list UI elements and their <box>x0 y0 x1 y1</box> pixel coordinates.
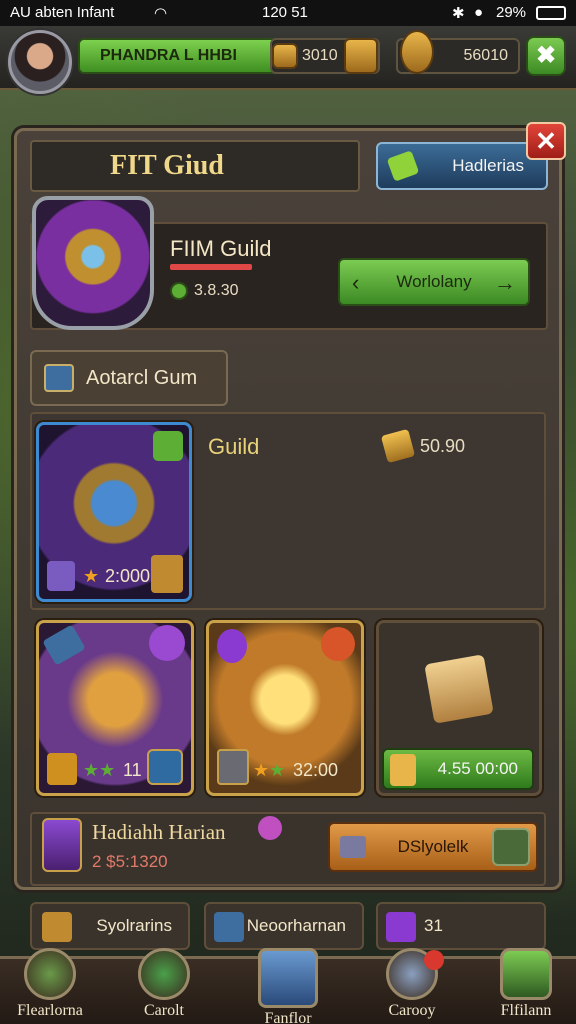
ribbon-tab-3-label: 31 <box>424 916 443 935</box>
guild-label: Guild <box>208 434 260 459</box>
player-name-bar[interactable]: PHANDRA L HHBI <box>78 38 278 74</box>
star-gem-icon <box>149 625 185 661</box>
gold-amount: 50.90 <box>420 436 466 456</box>
guild-value-icon <box>170 282 188 300</box>
rune-icon <box>151 555 183 593</box>
buy-price-button[interactable]: 4.55 00:00 <box>382 748 534 790</box>
nav-item-1[interactable]: Flearlorna <box>2 948 98 1024</box>
gem-pouch-icon <box>400 30 434 74</box>
nav-item-4[interactable]: Carooy <box>364 948 460 1024</box>
main-card-stat: 2:000 <box>105 566 151 586</box>
nav-item-2[interactable]: Carolt <box>116 948 212 1024</box>
item-card-b[interactable]: ★★ 32:00 <box>206 620 364 796</box>
treasure-chest-icon <box>424 654 494 724</box>
star-icon: ★★ <box>83 760 116 780</box>
ribbon-tab-1-label: Syolrarins <box>96 916 172 935</box>
home-icon <box>24 948 76 1000</box>
chest-icon <box>258 948 318 1008</box>
badge-icon <box>153 431 183 461</box>
spiral-icon <box>492 828 530 866</box>
panel-title-text: FIT Giud <box>110 150 224 181</box>
status-bar: AU abten Infant ◠ 120 51 ✱ ● 29% <box>0 0 576 26</box>
quill-icon <box>386 150 420 182</box>
arrow-right-icon: → <box>494 270 516 295</box>
currency2-value: 56010 <box>463 47 509 64</box>
arrow-left-icon: ‹ <box>352 270 360 295</box>
flower-icon <box>258 816 282 840</box>
map-icon <box>42 912 72 942</box>
guild-value: 3.8.30 <box>194 282 239 299</box>
coin-icon <box>390 754 416 786</box>
hero-action-button[interactable]: DSlyolelk <box>328 822 538 872</box>
sword-icon <box>42 624 86 666</box>
ribbon-tab-2-label: Neoorharnan <box>246 916 346 935</box>
guild-action-button[interactable]: ‹ Worlolany → <box>338 258 530 306</box>
tab-button[interactable]: Aotarcl Gum <box>30 350 228 406</box>
dagger-icon <box>217 749 249 785</box>
player-name: PHANDRA L HHBI <box>100 47 237 64</box>
close-icon: ✕ <box>535 125 557 156</box>
buy-price-label: 4.55 00:00 <box>437 759 518 778</box>
hero-action-label: DSlyolelk <box>397 837 469 856</box>
hero-portrait-icon <box>42 818 82 872</box>
close-button[interactable]: ✕ <box>526 122 566 160</box>
add-currency-button[interactable]: ✖ <box>526 36 566 76</box>
hero-value: 2 $5:1320 <box>92 852 168 871</box>
currency1-value: 3010 <box>302 47 338 64</box>
potion-icon <box>386 912 416 942</box>
scroll-icon <box>47 753 77 785</box>
battery-icon <box>536 6 566 20</box>
nav-item-3[interactable]: Fanflor <box>240 948 336 1024</box>
battery-percent: 29% <box>496 4 527 21</box>
guild-progress-bar <box>170 264 252 270</box>
header-button-label: Hadlerias <box>452 156 524 175</box>
card-a-stat: 11 <box>123 760 142 780</box>
bluetooth-icon: ✱ <box>452 5 465 22</box>
purple-gem-icon <box>217 629 247 663</box>
ribbon-tab-2[interactable]: Neoorharnan <box>204 902 364 950</box>
player-avatar[interactable] <box>8 30 72 94</box>
hero-name: Hadiahh Harian <box>92 820 226 844</box>
nav-item-5[interactable]: Flfilann <box>478 948 574 1024</box>
nav-label-3: Fanflor <box>264 1010 312 1024</box>
card-b-stat: 32:00 <box>293 760 339 780</box>
main-item-card[interactable]: ★ 2:000 <box>36 422 192 602</box>
shield-coin-icon <box>272 43 298 69</box>
sword-icon <box>44 364 74 392</box>
guild-name: FIIM Guild <box>170 236 272 261</box>
ribbon-tab-3[interactable]: 31 <box>376 902 546 950</box>
notification-badge <box>424 950 444 970</box>
gear-icon <box>321 627 355 661</box>
time-label: 120 51 <box>262 4 308 21</box>
star-icon: ★ <box>83 566 100 586</box>
gem-icon <box>340 836 366 858</box>
carrier-label: AU abten Infant <box>10 4 115 21</box>
settings-icon <box>500 948 552 1000</box>
wifi-icon: ◠ <box>154 5 168 22</box>
shield-icon <box>147 749 183 785</box>
nav-label-1: Flearlorna <box>17 1002 83 1019</box>
panel-title: FIT Giud <box>30 140 360 192</box>
nav-label-2: Carolt <box>144 1002 184 1019</box>
tab-button-label: Aotarcl Gum <box>86 366 198 389</box>
star-icon: ★★ <box>253 760 286 780</box>
alarm-icon: ● <box>474 4 484 21</box>
cart-icon <box>138 948 190 1000</box>
header-button[interactable]: Hadlerias <box>376 142 548 190</box>
gold-bag-icon <box>344 38 378 74</box>
item-card-a[interactable]: ★★ 11 <box>36 620 194 796</box>
book-icon <box>214 912 244 942</box>
nav-label-4: Carooy <box>388 1002 436 1019</box>
guild-emblem-icon <box>32 196 154 330</box>
gem-icon <box>47 561 75 591</box>
ribbon-tab-1[interactable]: Syolrarins <box>30 902 190 950</box>
nav-label-5: Flfilann <box>500 1002 552 1019</box>
guild-action-label: Worlolany <box>396 272 472 291</box>
